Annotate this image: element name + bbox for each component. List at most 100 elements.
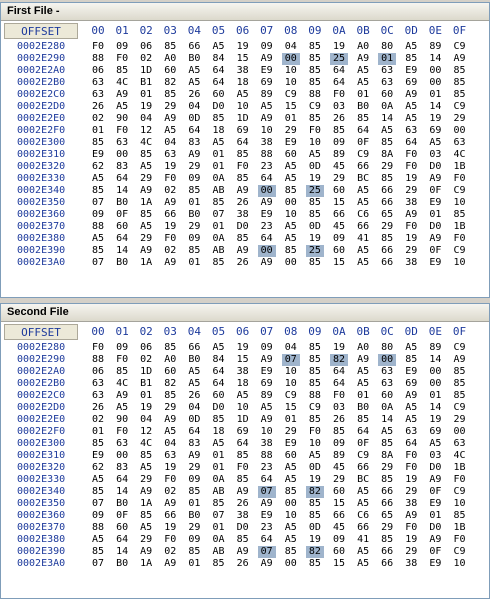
byte-cell[interactable]: 01 [210,462,228,474]
byte-cell[interactable]: 85 [210,197,228,209]
byte-cell[interactable]: 10 [451,498,469,510]
byte-cell[interactable]: 26 [89,101,107,113]
byte-cell[interactable]: F0 [161,173,179,185]
hex-row[interactable]: 0002E2F0 01 F0 12 A5 64 18 69 10 29 F0 85 64 A5 63 69 00 [1,125,489,137]
byte-cell[interactable]: 0D [306,221,324,233]
hex-row[interactable]: 0002E330 A5 64 29 F0 09 0A 85 64 A5 19 29 BC 85 19 A9 F0 [1,173,489,185]
byte-cell[interactable]: A5 [354,558,372,570]
byte-cell[interactable]: C9 [451,41,469,53]
byte-cell[interactable]: A9 [161,414,179,426]
hex-row[interactable]: 0002E320 62 83 A5 19 29 01 F0 23 A5 0D 45 66 29 F0 D0 1B [1,161,489,173]
hex-row[interactable]: 0002E2C0 63 A9 01 85 26 60 A5 89 C9 88 F0 01 60 A9 01 85 [1,89,489,101]
byte-cell[interactable]: E9 [258,209,276,221]
byte-cell[interactable]: A5 [137,161,155,173]
byte-cell[interactable]: A5 [234,390,252,402]
hex-row[interactable]: 0002E370 88 60 A5 19 29 01 D0 23 A5 0D 45 66 29 F0 D0 1B [1,522,489,534]
byte-cell[interactable]: A5 [378,426,396,438]
byte-cell[interactable]: D0 [426,522,444,534]
byte-cell[interactable]: 01 [282,414,300,426]
byte-cell[interactable]: A5 [306,450,324,462]
byte-cell[interactable]: 15 [330,257,348,269]
byte-cell[interactable]: 19 [161,462,179,474]
byte-cell[interactable]: 85 [451,209,469,221]
byte-cell[interactable]: 01 [185,498,203,510]
byte-cell[interactable]: A5 [402,113,420,125]
byte-cell[interactable]: 10 [282,77,300,89]
byte-cell[interactable]: 07 [210,510,228,522]
byte-cell[interactable]: A5 [282,474,300,486]
byte-cell[interactable]: 85 [185,546,203,558]
byte-cell[interactable]: 10 [282,378,300,390]
byte-cell[interactable]: C9 [451,486,469,498]
byte-cell[interactable]: 63 [378,366,396,378]
byte-cell[interactable]: 02 [89,414,107,426]
byte-cell[interactable]: 01 [426,209,444,221]
byte-cell[interactable]: C6 [354,209,372,221]
byte-cell-diff[interactable]: 07 [257,546,276,558]
byte-cell[interactable]: 01 [137,89,155,101]
byte-cell[interactable]: 60 [282,149,300,161]
byte-cell[interactable]: 41 [354,233,372,245]
hex-row[interactable]: 0002E290 88 F0 02 A0 B0 84 15 A9 00 85 25 A9 01 85 14 A9 [1,53,489,65]
byte-cell[interactable]: 69 [426,426,444,438]
byte-cell[interactable]: 85 [89,546,107,558]
byte-cell[interactable]: 00 [282,558,300,570]
byte-cell[interactable]: C9 [451,101,469,113]
byte-cell[interactable]: A9 [426,173,444,185]
byte-cell[interactable]: 85 [185,486,203,498]
byte-cell[interactable]: 0D [185,113,203,125]
byte-cell[interactable]: 01 [282,113,300,125]
byte-cell[interactable]: E9 [258,366,276,378]
byte-cell[interactable]: 66 [378,558,396,570]
byte-cell[interactable]: 85 [378,474,396,486]
byte-cell[interactable]: 29 [185,462,203,474]
byte-cell[interactable]: A5 [161,125,179,137]
hex-row[interactable]: 0002E290 88 F0 02 A0 B0 84 15 A9 07 85 82 A9 00 85 14 A9 [1,354,489,366]
byte-cell[interactable]: 00 [282,257,300,269]
byte-cell[interactable]: 85 [161,390,179,402]
byte-cell[interactable]: 07 [89,257,107,269]
byte-cell[interactable]: 85 [306,342,324,354]
byte-cell[interactable]: 10 [306,137,324,149]
byte-cell-diff[interactable]: 25 [305,185,324,197]
byte-cell[interactable]: 10 [306,438,324,450]
byte-cell[interactable]: 26 [234,498,252,510]
byte-cell[interactable]: 66 [354,221,372,233]
byte-cell[interactable]: 01 [210,522,228,534]
byte-cell[interactable]: 66 [378,185,396,197]
byte-cell[interactable]: 89 [426,41,444,53]
byte-cell[interactable]: 10 [234,402,252,414]
byte-cell[interactable]: A9 [258,53,276,65]
byte-cell[interactable]: 85 [137,450,155,462]
byte-cell[interactable]: 01 [185,257,203,269]
byte-cell[interactable]: 66 [378,257,396,269]
byte-cell[interactable]: 60 [210,89,228,101]
byte-cell[interactable]: A0 [161,354,179,366]
byte-cell[interactable]: 85 [185,245,203,257]
byte-cell[interactable]: 85 [330,426,348,438]
byte-cell[interactable]: 09 [113,342,131,354]
byte-cell[interactable]: A0 [354,41,372,53]
byte-cell[interactable]: 64 [354,426,372,438]
byte-cell[interactable]: A9 [354,354,372,366]
byte-cell[interactable]: 0F [426,245,444,257]
byte-cell[interactable]: A9 [234,185,252,197]
byte-cell[interactable]: 0D [306,161,324,173]
byte-cell[interactable]: 00 [426,77,444,89]
byte-cell[interactable]: 85 [378,438,396,450]
byte-cell[interactable]: C9 [451,342,469,354]
byte-cell[interactable]: 0A [378,402,396,414]
byte-cell[interactable]: 09 [185,233,203,245]
byte-cell[interactable]: 10 [282,366,300,378]
byte-cell[interactable]: 01 [185,558,203,570]
byte-cell[interactable]: C6 [354,510,372,522]
byte-cell[interactable]: 38 [402,498,420,510]
byte-cell[interactable]: 66 [378,546,396,558]
byte-cell[interactable]: A5 [402,342,420,354]
byte-cell[interactable]: 85 [234,173,252,185]
byte-cell[interactable]: 14 [378,414,396,426]
byte-cell[interactable]: E9 [258,65,276,77]
byte-cell[interactable]: 66 [161,510,179,522]
byte-cell[interactable]: 10 [282,209,300,221]
byte-cell[interactable]: F0 [402,149,420,161]
